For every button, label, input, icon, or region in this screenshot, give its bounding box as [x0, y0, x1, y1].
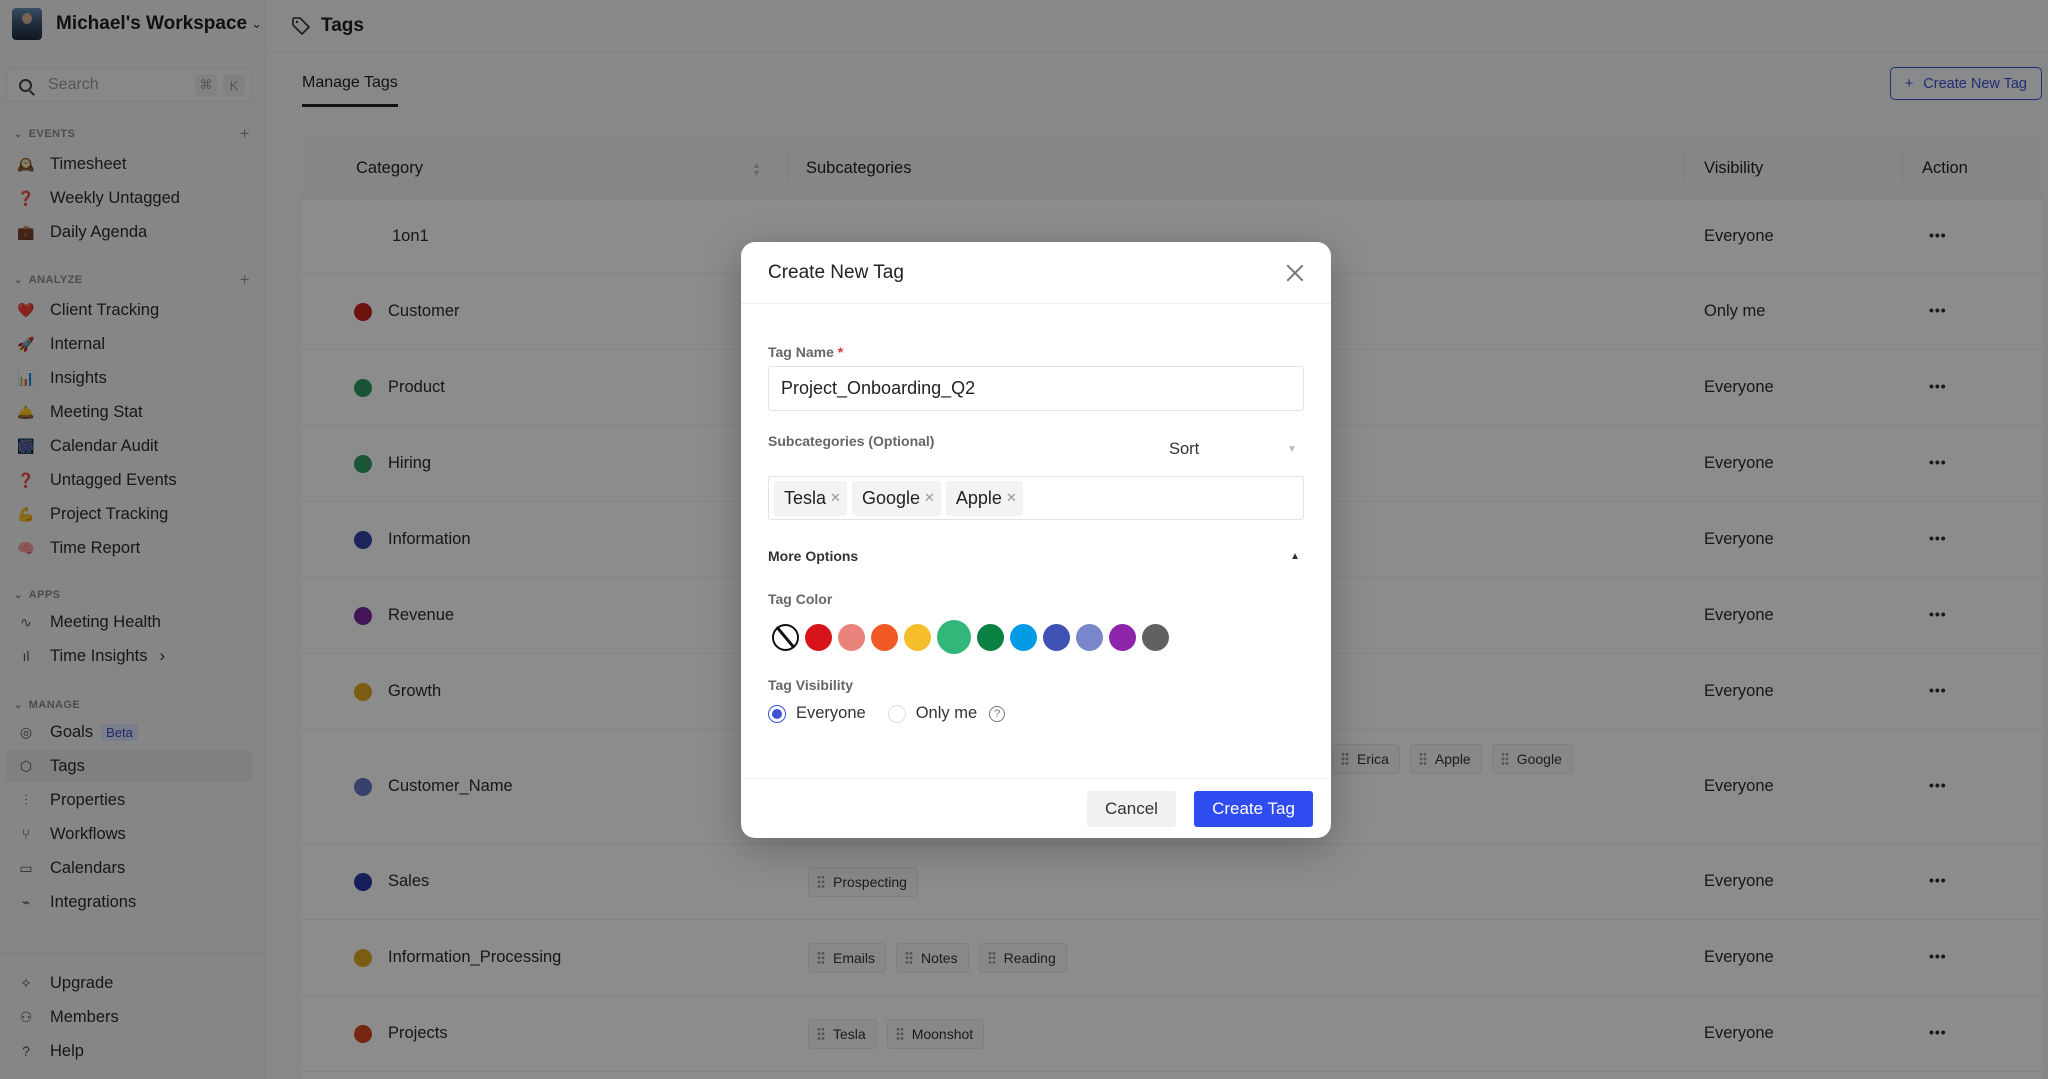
no-color-icon[interactable] [772, 623, 799, 651]
close-icon[interactable] [1286, 264, 1304, 282]
dialog-header: Create New Tag [741, 242, 1331, 304]
color-swatch[interactable] [1109, 623, 1136, 651]
sort-dropdown[interactable]: Sort ▼ [1169, 440, 1297, 459]
cancel-button[interactable]: Cancel [1087, 791, 1176, 827]
subcategory-chip: Apple ✕ [945, 480, 1023, 516]
subcategory-chip-label: Google [861, 487, 920, 508]
radio-only-me[interactable] [887, 704, 906, 723]
subcategory-chip-label: Apple [955, 487, 1002, 508]
color-swatch[interactable] [838, 623, 865, 651]
color-swatch[interactable] [1010, 623, 1037, 651]
color-swatch[interactable] [904, 623, 931, 651]
more-options-label: More Options [768, 548, 859, 564]
dialog-footer-divider [741, 778, 1331, 779]
subcategories-label: Subcategories (Optional) [768, 433, 935, 449]
color-swatch[interactable] [1076, 623, 1103, 651]
color-picker [772, 620, 1169, 654]
color-swatch[interactable] [805, 623, 832, 651]
tag-visibility-label: Tag Visibility [768, 677, 854, 693]
tag-name-label: Tag Name * [768, 344, 843, 360]
tag-name-label-text: Tag Name [768, 344, 834, 360]
caret-down-icon: ▼ [1287, 444, 1297, 455]
radio-only-me-label[interactable]: Only me [916, 704, 977, 723]
create-tag-button[interactable]: Create Tag [1194, 791, 1313, 827]
color-swatch[interactable] [937, 620, 971, 654]
subcategories-input[interactable]: Tesla ✕ Google ✕ Apple ✕ [768, 476, 1304, 520]
remove-icon[interactable]: ✕ [924, 490, 935, 506]
remove-icon[interactable]: ✕ [830, 490, 841, 506]
required-mark: * [837, 344, 844, 360]
color-swatch[interactable] [977, 623, 1004, 651]
radio-everyone[interactable] [768, 704, 786, 723]
radio-everyone-label[interactable]: Everyone [796, 704, 866, 723]
help-icon[interactable]: ? [989, 705, 1006, 722]
subcategory-chip-label: Tesla [784, 487, 827, 508]
visibility-radio-group: Everyone Only me ? [768, 704, 1006, 723]
color-swatch[interactable] [1043, 623, 1070, 651]
subcategory-chip: Google ✕ [851, 480, 941, 516]
caret-up-icon: ▲ [1290, 550, 1300, 562]
tag-name-input[interactable]: Project_Onboarding_Q2 [768, 366, 1304, 411]
subcategory-chip: Tesla ✕ [774, 480, 847, 516]
create-tag-dialog: Create New Tag Tag Name * Project_Onboar… [741, 242, 1331, 838]
more-options-toggle[interactable]: More Options ▲ [768, 548, 1304, 564]
sort-label: Sort [1169, 440, 1200, 458]
color-swatch[interactable] [871, 623, 898, 651]
color-swatch[interactable] [1142, 623, 1169, 651]
tag-color-label: Tag Color [768, 591, 833, 607]
dialog-title: Create New Tag [768, 261, 904, 283]
remove-icon[interactable]: ✕ [1006, 490, 1017, 506]
